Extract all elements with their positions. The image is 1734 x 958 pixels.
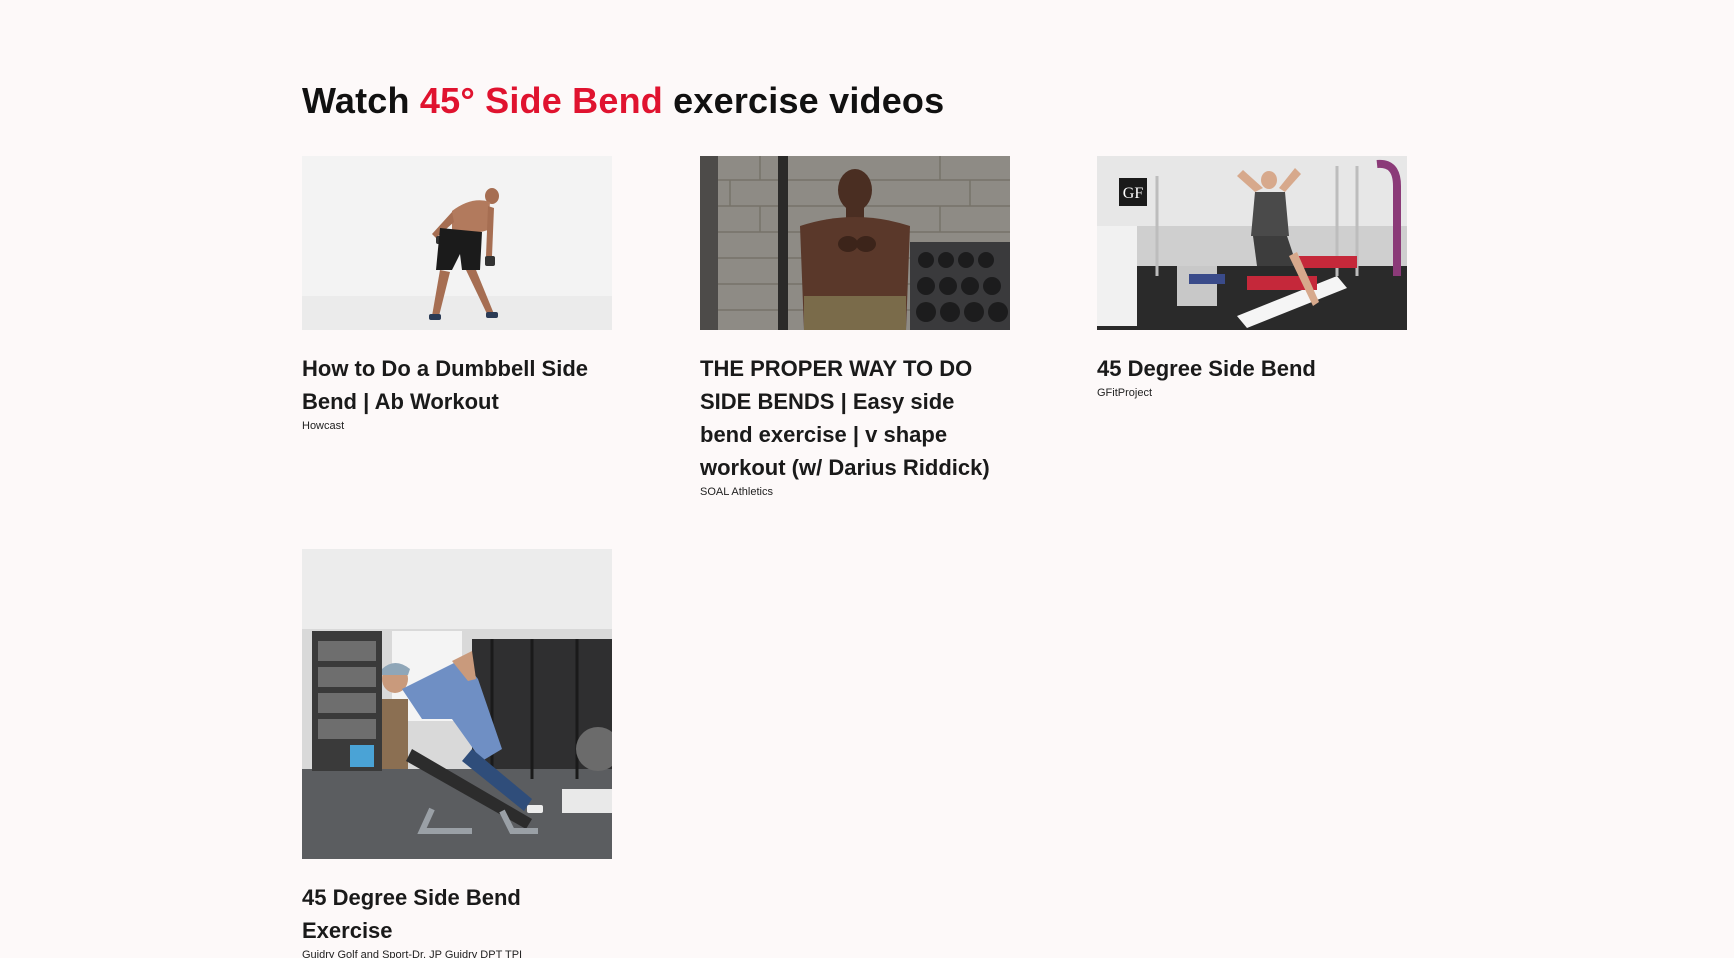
channel-logo-text: GF (1123, 185, 1144, 202)
section-heading: Watch 45° Side Bend exercise videos (302, 80, 944, 122)
video-thumbnail-image (700, 156, 1010, 330)
video-card[interactable]: How to Do a Dumbbell Side Bend | Ab Work… (302, 156, 612, 433)
video-title[interactable]: How to Do a Dumbbell Side Bend | Ab Work… (302, 352, 612, 418)
video-channel: Howcast (302, 420, 345, 432)
video-title[interactable]: 45 Degree Side Bend (1097, 352, 1407, 385)
heading-prefix: Watch (302, 80, 420, 121)
video-title[interactable]: 45 Degree Side Bend Exercise (302, 881, 612, 947)
video-card[interactable]: THE PROPER WAY TO DO SIDE BENDS | Easy s… (700, 156, 1010, 499)
video-channel: SOAL Athletics (700, 486, 773, 498)
video-thumbnail[interactable]: GF (1097, 156, 1407, 330)
video-thumbnail[interactable] (700, 156, 1010, 330)
page: Watch 45° Side Bend exercise videos How … (0, 0, 1734, 958)
video-thumbnail-image (302, 156, 612, 330)
video-card[interactable]: GF 45 Degree Side Bend GFitProject (1097, 156, 1407, 400)
video-thumbnail-image: GF (1097, 156, 1407, 330)
video-thumbnail[interactable] (302, 549, 612, 859)
heading-suffix: exercise videos (662, 80, 945, 121)
video-thumbnail[interactable] (302, 156, 612, 330)
video-card[interactable]: 45 Degree Side Bend Exercise Guidry Golf… (302, 549, 612, 958)
video-title[interactable]: THE PROPER WAY TO DO SIDE BENDS | Easy s… (700, 352, 1010, 484)
heading-exercise-name: 45° Side Bend (419, 80, 663, 121)
video-channel: Guidry Golf and Sport-Dr. JP Guidry DPT … (302, 949, 523, 958)
video-thumbnail-image (302, 549, 612, 859)
video-channel: GFitProject (1097, 387, 1153, 399)
